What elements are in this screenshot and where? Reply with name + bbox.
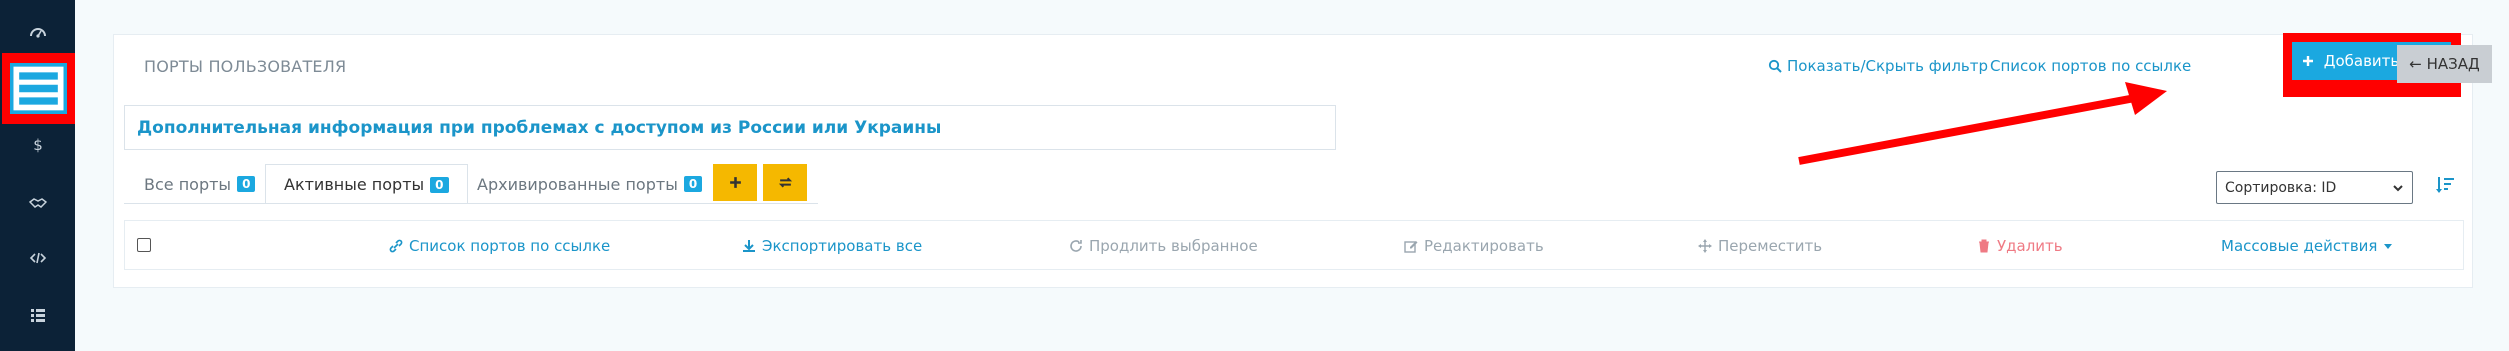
export-all-label: Экспортировать все xyxy=(762,237,923,255)
select-all-checkbox[interactable] xyxy=(137,238,151,252)
tab-count-badge: 0 xyxy=(237,176,256,192)
sidebar-item-list[interactable] xyxy=(0,287,75,343)
dollar-icon: $ xyxy=(33,136,43,154)
move-icon xyxy=(1698,239,1712,253)
tab-count-badge: 0 xyxy=(430,176,449,193)
tab-label: Активные порты xyxy=(284,175,425,194)
renew-selected-label: Продлить выбранное xyxy=(1089,237,1258,255)
back-label: ← НАЗАД xyxy=(2409,55,2480,73)
delete-action[interactable]: Удалить xyxy=(1977,237,2063,255)
chevron-down-icon xyxy=(2393,184,2403,191)
add-tab-button[interactable] xyxy=(713,164,757,201)
edit-icon xyxy=(1404,241,1418,253)
trash-icon xyxy=(1979,239,1989,253)
bulk-action-bar: Список портов по ссылке Экспортировать в… xyxy=(124,220,2464,270)
ports-by-link-action[interactable]: Список портов по ссылке xyxy=(389,237,610,255)
info-link[interactable]: Дополнительная информация при проблемах … xyxy=(137,118,941,138)
sidebar-item-ports[interactable] xyxy=(10,63,67,114)
plus-icon xyxy=(729,177,741,188)
tab-label: Архивированные порты xyxy=(477,174,678,194)
list-icon xyxy=(30,309,45,322)
edit-label: Редактировать xyxy=(1424,237,1544,255)
tab-archived-ports[interactable]: Архивированные порты 0 xyxy=(477,164,703,204)
move-action[interactable]: Переместить xyxy=(1698,237,1822,255)
plus-icon xyxy=(2302,56,2313,66)
ports-list-icon xyxy=(13,66,64,111)
move-label: Переместить xyxy=(1718,237,1823,255)
tab-label: Все порты xyxy=(144,174,232,194)
sidebar-item-partners[interactable] xyxy=(0,175,75,231)
tab-active-ports[interactable]: Активные порты 0 xyxy=(265,164,468,204)
handshake-icon xyxy=(28,198,47,208)
dashboard-icon xyxy=(29,28,46,38)
sidebar-item-billing[interactable]: $ xyxy=(0,117,75,173)
caret-down-icon xyxy=(2384,244,2393,249)
sort-selected-value: Сортировка: ID xyxy=(2225,179,2337,196)
sort-select[interactable]: Сортировка: ID xyxy=(2216,171,2413,204)
sidebar-item-dashboard[interactable] xyxy=(0,4,75,60)
page-title: ПОРТЫ ПОЛЬЗОВАТЕЛЯ xyxy=(144,57,347,76)
delete-label: Удалить xyxy=(1997,237,2063,255)
toggle-filter-link[interactable]: Показать/Скрыть фильтр xyxy=(1768,57,1988,75)
sidebar: $ xyxy=(0,0,75,351)
ports-by-link-action-label: Список портов по ссылке xyxy=(409,237,611,255)
ports-by-link-header-label: Список портов по ссылке xyxy=(1990,57,2192,75)
tab-count-badge: 0 xyxy=(683,176,703,192)
renew-selected-action[interactable]: Продлить выбранное xyxy=(1069,237,1258,255)
toggle-filter-label: Показать/Скрыть фильтр xyxy=(1787,57,1989,75)
edit-action[interactable]: Редактировать xyxy=(1404,237,1544,255)
code-icon xyxy=(29,252,46,264)
refresh-icon xyxy=(1070,240,1082,252)
bulk-actions-dropdown[interactable]: Массовые действия xyxy=(2221,237,2393,255)
back-button[interactable]: ← НАЗАД xyxy=(2397,45,2492,83)
bulk-actions-label: Массовые действия xyxy=(2221,237,2378,255)
export-all-action[interactable]: Экспортировать все xyxy=(742,237,922,255)
sort-direction-icon[interactable] xyxy=(2435,175,2455,195)
annotation-arrow-icon xyxy=(1798,82,2167,165)
tab-all-ports[interactable]: Все порты 0 xyxy=(144,164,256,204)
search-icon xyxy=(1768,59,1782,73)
download-icon xyxy=(743,240,755,252)
link-icon xyxy=(389,239,403,253)
sidebar-item-api[interactable] xyxy=(0,230,75,286)
ports-by-link-header-link[interactable]: Список портов по ссылке xyxy=(1990,57,2191,75)
svg-text:$: $ xyxy=(33,136,43,154)
refresh-button[interactable] xyxy=(763,164,807,201)
tabs-divider xyxy=(124,203,818,204)
refresh-icon xyxy=(778,177,792,188)
info-banner: Дополнительная информация при проблемах … xyxy=(124,105,1336,150)
